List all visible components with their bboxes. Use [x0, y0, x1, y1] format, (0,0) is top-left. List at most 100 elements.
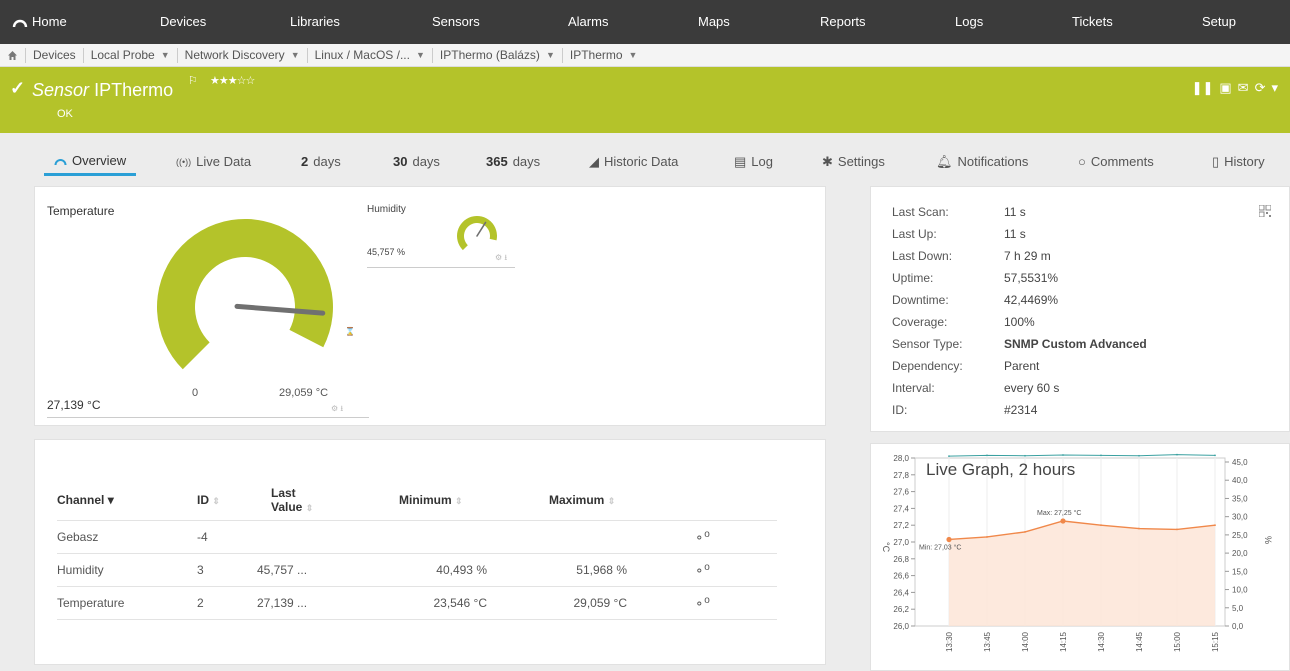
- tab-comments[interactable]: ○ Comments: [1078, 148, 1154, 176]
- right-tick-label: 5,0: [1232, 604, 1244, 613]
- breadcrumb-network-discovery[interactable]: Network Discovery ▼: [178, 47, 308, 63]
- priority-stars[interactable]: ★★★☆☆: [210, 74, 255, 87]
- x-tick-label: 14:30: [1097, 631, 1106, 652]
- tab-live-data[interactable]: ((•)) Live Data: [176, 148, 251, 176]
- tab-notifications[interactable]: 🔔︎ Notifications: [936, 148, 1028, 176]
- left-tick-label: 26,2: [893, 605, 909, 614]
- left-tick-label: 26,0: [893, 622, 909, 631]
- x-tick-label: 15:00: [1173, 631, 1182, 652]
- info-key: Last Down:: [892, 249, 953, 263]
- nav-setup[interactable]: Setup: [1202, 0, 1236, 44]
- right-tick-label: 0,0: [1232, 622, 1244, 631]
- tab-log[interactable]: ▤ Log: [734, 148, 773, 176]
- col-maximum[interactable]: Maximum ⇕: [487, 480, 627, 521]
- gear-icon: ✱: [822, 154, 833, 169]
- nav-reports[interactable]: Reports: [820, 0, 866, 44]
- caret-down-icon[interactable]: ▼: [629, 48, 638, 63]
- sort-icon: ⇕: [305, 502, 314, 513]
- email-icon[interactable]: ✉: [1238, 80, 1249, 96]
- qr-code-icon[interactable]: [1259, 205, 1271, 217]
- breadcrumb-ipthermo-sensor[interactable]: IPThermo ▼: [563, 48, 645, 63]
- col-minimum[interactable]: Minimum ⇕: [357, 480, 487, 521]
- refresh-icon[interactable]: ⟳: [1255, 80, 1266, 96]
- gauge-settings-icon[interactable]: ⚙ ⭳: [331, 403, 343, 417]
- nav-tickets[interactable]: Tickets: [1072, 0, 1113, 44]
- info-key: Dependency:: [892, 359, 963, 373]
- min-label: Min: 27,03 °C: [919, 543, 962, 551]
- left-tick-label: 26,8: [893, 555, 909, 564]
- tab-2-days[interactable]: 2 days: [301, 148, 341, 176]
- col-id[interactable]: ID ⇕: [197, 480, 257, 521]
- export-icon[interactable]: ▣: [1219, 80, 1231, 96]
- tab-history[interactable]: ▯ History: [1212, 148, 1265, 176]
- info-key: Last Scan:: [892, 205, 949, 219]
- channel-settings-icon[interactable]: ⚬o: [627, 553, 777, 587]
- broadcast-icon: ((•)): [176, 157, 192, 167]
- tab-settings[interactable]: ✱ Settings: [822, 148, 885, 176]
- table-row: Humidity 3 45,757 ... 40,493 % 51,968 % …: [57, 553, 777, 587]
- right-tick-label: 20,0: [1232, 549, 1248, 558]
- breadcrumb-local-probe[interactable]: Local Probe ▼: [84, 47, 178, 63]
- left-tick-label: 27,2: [893, 521, 909, 530]
- nav-libraries[interactable]: Libraries: [290, 0, 340, 44]
- home-icon: [8, 50, 17, 60]
- table-row: Temperature 2 27,139 ... 23,546 °C 29,05…: [57, 586, 777, 620]
- breadcrumb-ipthermo-device[interactable]: IPThermo (Balázs) ▼: [433, 47, 563, 63]
- tab-historic-data[interactable]: ◢ Historic Data: [589, 148, 678, 176]
- max-label: Max: 27,25 °C: [1037, 509, 1081, 517]
- caret-down-icon[interactable]: ▼: [546, 48, 555, 63]
- col-last-value[interactable]: Last Value ⇕: [257, 480, 357, 521]
- tab-365-days[interactable]: 365 days: [486, 148, 540, 176]
- flag-icon[interactable]: ⚐: [188, 74, 198, 87]
- caret-down-icon[interactable]: ▼: [291, 48, 300, 63]
- cell-channel: Temperature: [57, 586, 197, 620]
- table-row: Gebasz -4 ⚬o: [57, 520, 777, 554]
- breadcrumb-home[interactable]: [0, 47, 26, 63]
- cell-maximum: 29,059 °C: [487, 586, 627, 620]
- info-value: Parent: [1004, 359, 1040, 373]
- pause-icon[interactable]: ❚❚: [1192, 80, 1214, 96]
- chevron-down-icon[interactable]: ▾: [1271, 80, 1278, 96]
- nav-logs[interactable]: Logs: [955, 0, 983, 44]
- breadcrumb-linux-macos[interactable]: Linux / MacOS /... ▼: [308, 47, 433, 63]
- left-tick-label: 27,6: [893, 488, 909, 497]
- left-axis-unit: °C: [881, 542, 891, 553]
- nav-home[interactable]: Home: [12, 0, 67, 44]
- min-marker: [946, 536, 952, 543]
- nav-maps[interactable]: Maps: [698, 0, 730, 44]
- graph-title: Live Graph, 2 hours: [926, 460, 1076, 479]
- nav-sensors[interactable]: Sensors: [432, 0, 480, 44]
- title-prefix: Sensor: [32, 80, 90, 100]
- right-tick-label: 35,0: [1232, 494, 1248, 503]
- info-key: Last Up:: [892, 227, 937, 241]
- temperature-point: [1176, 528, 1178, 531]
- page-title: Sensor IPThermo: [32, 80, 173, 101]
- cell-id: 3: [197, 553, 257, 587]
- tab-overview[interactable]: Overview: [44, 148, 137, 176]
- sensor-header: ✓ Sensor IPThermo ⚐ ★★★☆☆ OK ❚❚ ▣ ✉ ⟳ ▾: [0, 67, 1290, 133]
- breadcrumb-devices[interactable]: Devices: [26, 47, 84, 63]
- humidity-point: [1214, 454, 1216, 457]
- right-axis-unit: %: [1263, 536, 1273, 544]
- humidity-point: [1062, 454, 1064, 456]
- temperature-gauge-title: Temperature: [47, 204, 115, 218]
- status-badge: OK: [57, 108, 73, 120]
- right-tick-label: 25,0: [1232, 531, 1248, 540]
- temperature-gauge: ⌛: [157, 219, 355, 370]
- cell-maximum: 51,968 %: [487, 553, 627, 587]
- col-channel[interactable]: Channel ▾: [57, 480, 197, 521]
- gauge-settings-icon[interactable]: ⚙ ⭳: [495, 252, 507, 266]
- comment-icon: ○: [1078, 154, 1086, 169]
- nav-alarms[interactable]: Alarms: [568, 0, 608, 44]
- x-tick-label: 13:45: [983, 631, 992, 652]
- cell-id: -4: [197, 520, 257, 554]
- temperature-point: [1138, 527, 1140, 530]
- tab-30-days[interactable]: 30 days: [393, 148, 440, 176]
- channel-settings-icon[interactable]: ⚬o: [627, 586, 777, 620]
- channel-settings-icon[interactable]: ⚬o: [627, 520, 777, 554]
- nav-devices[interactable]: Devices: [160, 0, 206, 44]
- caret-down-icon[interactable]: ▼: [161, 48, 170, 63]
- right-tick-label: 15,0: [1232, 567, 1248, 576]
- temperature-point: [1100, 524, 1102, 527]
- caret-down-icon[interactable]: ▼: [416, 48, 425, 63]
